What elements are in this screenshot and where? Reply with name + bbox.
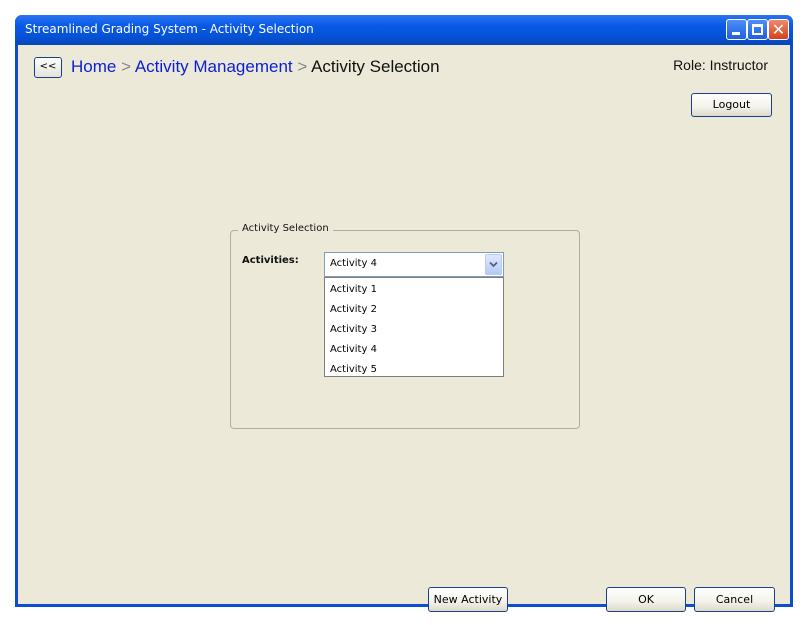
breadcrumb-separator: > — [121, 57, 132, 76]
dropdown-option[interactable]: Activity 3 — [325, 320, 503, 340]
activity-selection-group: Activity Selection Activities: Activity … — [230, 223, 580, 429]
app-window: Streamlined Grading System - Activity Se… — [15, 15, 793, 612]
activities-dropdown[interactable]: Activity 4 — [324, 252, 504, 277]
logout-button[interactable]: Logout — [691, 93, 772, 117]
title-bar[interactable]: Streamlined Grading System - Activity Se… — [15, 15, 793, 45]
activities-dropdown-list: Activity 1 Activity 2 Activity 3 Activit… — [324, 277, 504, 377]
breadcrumb-activity-management-link[interactable]: Activity Management — [135, 57, 293, 76]
close-button[interactable]: ✕ — [768, 19, 789, 40]
breadcrumb-separator: > — [297, 57, 308, 76]
breadcrumb-current-page: Activity Selection — [311, 57, 440, 76]
activities-label: Activities: — [242, 255, 299, 266]
minimize-button[interactable] — [726, 19, 747, 40]
chevron-down-icon[interactable] — [485, 254, 502, 275]
window-title: Streamlined Grading System - Activity Se… — [25, 22, 314, 36]
back-button[interactable]: << — [34, 57, 62, 78]
maximize-icon — [752, 24, 763, 35]
ok-button[interactable]: OK — [606, 587, 686, 612]
maximize-button[interactable] — [747, 19, 768, 40]
close-icon: ✕ — [771, 20, 786, 39]
dropdown-option[interactable]: Activity 4 — [325, 340, 503, 360]
cancel-button[interactable]: Cancel — [694, 587, 775, 612]
dropdown-option[interactable]: Activity 5 — [325, 360, 503, 380]
group-legend: Activity Selection — [238, 223, 333, 234]
dropdown-option[interactable]: Activity 2 — [325, 300, 503, 320]
dropdown-selected-value: Activity 4 — [330, 258, 377, 269]
user-role-label: Role: Instructor — [673, 57, 768, 73]
window-content: << Home > Activity Management > Activity… — [18, 45, 790, 612]
new-activity-button[interactable]: New Activity — [428, 587, 508, 612]
breadcrumb: Home > Activity Management > Activity Se… — [71, 54, 440, 80]
dropdown-option[interactable]: Activity 1 — [325, 280, 503, 300]
minimize-icon — [732, 32, 740, 35]
breadcrumb-home-link[interactable]: Home — [71, 57, 116, 76]
